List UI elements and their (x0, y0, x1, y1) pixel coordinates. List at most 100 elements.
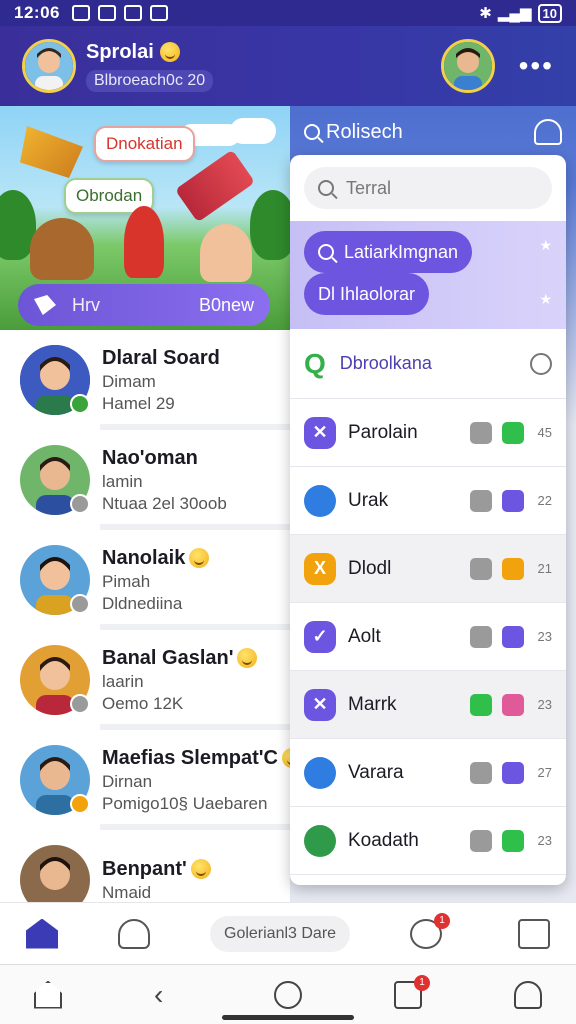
home-icon[interactable] (26, 918, 58, 949)
star-icon[interactable]: ★ (539, 291, 552, 308)
row-label: Aolt (348, 625, 381, 647)
status-chip-icon[interactable] (470, 421, 492, 444)
dropdown-row[interactable]: ✕ Parolain 45 (290, 399, 566, 467)
action-chip-icon[interactable] (502, 421, 524, 444)
chat-list-item[interactable]: Nanolaik Pimah Dldnediina (0, 530, 290, 630)
compass-icon[interactable] (274, 980, 302, 1009)
action-chip-icon[interactable] (502, 625, 524, 648)
status-chip-icon[interactable] (470, 761, 492, 784)
status-chip-icon[interactable] (470, 489, 492, 512)
smiley-emoji-icon (237, 648, 258, 668)
row-icon: ✓ (304, 620, 336, 653)
dropdown-row[interactable]: X Dlodl 21 (290, 535, 566, 603)
gesture-bar[interactable] (222, 1015, 354, 1020)
right-search-label[interactable]: Rolisech (326, 121, 403, 144)
back-icon[interactable]: ‹ (154, 980, 182, 1009)
status-icon (70, 494, 90, 514)
chat-preview: laarin (102, 671, 144, 691)
chat-list-item[interactable]: Dlaral Soard Dimam Hamel 29 (0, 330, 290, 430)
notification-icon (123, 5, 142, 21)
chat-preview-secondary: Pomigo10§ Uaebaren (102, 793, 268, 813)
chat-name-row: Maefias Slempat'C (102, 747, 290, 770)
row-icon: ✕ (304, 688, 336, 721)
chat-name: Banal Gaslan' (102, 646, 234, 669)
action-chip-icon[interactable] (502, 489, 524, 512)
row-label: Parolain (348, 421, 418, 443)
home-icon[interactable] (34, 980, 62, 1009)
chat-name: Dlaral Soard (102, 346, 220, 369)
smiley-emoji-icon (281, 748, 290, 768)
notification-icon (71, 5, 90, 21)
row-label: Dlodl (348, 557, 392, 579)
recents-icon[interactable]: 1 (394, 974, 430, 1009)
header-subtitle: Blbroeach0c 20 (86, 69, 214, 92)
chat-preview-secondary: Hamel 29 (102, 393, 175, 413)
promo-banner[interactable]: Dnokatian Obrodan Hrv B0new (0, 106, 290, 330)
chat-preview: Nmaid (102, 882, 152, 902)
search-icon[interactable] (304, 124, 320, 140)
app-bar-center-button[interactable]: Golerianl3 Dare (210, 915, 351, 952)
dropdown-row[interactable]: Koadath 23 (290, 807, 566, 875)
cartoon-character (124, 206, 164, 278)
dropdown-rows: ✕ Parolain 45 Urak 22 X Dlodl 21 ✓ Aolt 23 ✕ Marrk 23… (290, 399, 566, 875)
row-icon: ✕ (304, 416, 336, 449)
group-row[interactable]: Q Dbroolkana (290, 329, 566, 399)
status-system-icons: ✱ ▂▄▆ 10 (479, 3, 562, 23)
chat-list-item[interactable]: Banal Gaslan' laarin Oemo 12K (0, 630, 290, 730)
row-count: 23 (537, 833, 552, 848)
row-icon (304, 756, 336, 789)
dropdown-row[interactable]: Varara 27 (290, 739, 566, 807)
status-chip-icon[interactable] (470, 557, 492, 580)
dropdown-search-field[interactable]: Terral (304, 167, 552, 209)
chat-list: Dlaral Soard Dimam Hamel 29 Nao'oman lam… (0, 330, 290, 902)
profile-icon[interactable] (118, 918, 150, 949)
chat-name-row: Nanolaik (102, 547, 210, 570)
status-chip-icon[interactable] (470, 829, 492, 852)
row-label: Varara (348, 761, 404, 783)
chat-name-row: Banal Gaslan' (102, 646, 258, 670)
chat-list-item[interactable]: Benpant' Nmaid (0, 830, 290, 902)
banner-action-button[interactable]: Hrv B0new (18, 284, 270, 326)
contact-avatar[interactable] (440, 39, 495, 93)
speech-bubble-top: Dnokatian (94, 126, 195, 162)
bottom-app-bar: Golerianl3 Dare 1 (0, 902, 576, 964)
dropdown-row[interactable]: ✓ Aolt 23 (290, 603, 566, 671)
action-chip-icon[interactable] (502, 761, 524, 784)
profile-avatar[interactable] (22, 39, 76, 93)
search-icon (318, 244, 334, 260)
chat-preview-secondary: Ntuaa 2el 30oob (102, 493, 227, 513)
clock-icon[interactable] (530, 352, 552, 375)
row-count: 45 (537, 425, 552, 440)
search-icon (318, 180, 334, 196)
status-icon (70, 694, 90, 714)
chat-list-item[interactable]: Maefias Slempat'C Dirnan Pomigo10§ Uaeba… (0, 730, 290, 830)
status-chip-icon[interactable] (470, 625, 492, 648)
chat-preview: Pimah (102, 571, 151, 591)
row-icon (304, 824, 336, 857)
search-placeholder: Terral (346, 177, 392, 198)
row-count: 27 (537, 765, 552, 780)
status-bar: 12:06 ✱ ▂▄▆ 10 (0, 0, 576, 26)
app-logo-icon: Q (304, 347, 326, 379)
action-chip-icon[interactable] (502, 557, 524, 580)
row-count: 21 (537, 561, 552, 576)
chat-name: Benpant' (102, 857, 187, 880)
status-time: 12:06 (14, 3, 60, 22)
chat-preview-secondary: Oemo 12K (102, 693, 184, 713)
messages-icon[interactable]: 1 (410, 912, 451, 949)
row-count: 23 (537, 697, 552, 712)
action-chip-icon[interactable] (502, 693, 524, 716)
star-icon[interactable]: ★ (539, 237, 552, 254)
cloud-decoration (230, 118, 276, 144)
user-icon[interactable] (534, 119, 562, 145)
dropdown-row[interactable]: ✕ Marrk 23 (290, 671, 566, 739)
account-icon[interactable] (514, 980, 542, 1009)
more-options-icon[interactable]: ••• (519, 52, 554, 80)
menu-icon[interactable] (518, 918, 550, 949)
action-chip-icon[interactable] (502, 829, 524, 852)
status-chip-icon[interactable] (470, 693, 492, 716)
dropdown-row[interactable]: Urak 22 (290, 467, 566, 535)
suggestion-pill[interactable]: LatiarkImgnan (304, 231, 473, 273)
chat-list-item[interactable]: Nao'oman lamin Ntuaa 2el 30oob (0, 430, 290, 530)
suggestion-pill[interactable]: Dl Ihlaolorar (304, 273, 430, 315)
